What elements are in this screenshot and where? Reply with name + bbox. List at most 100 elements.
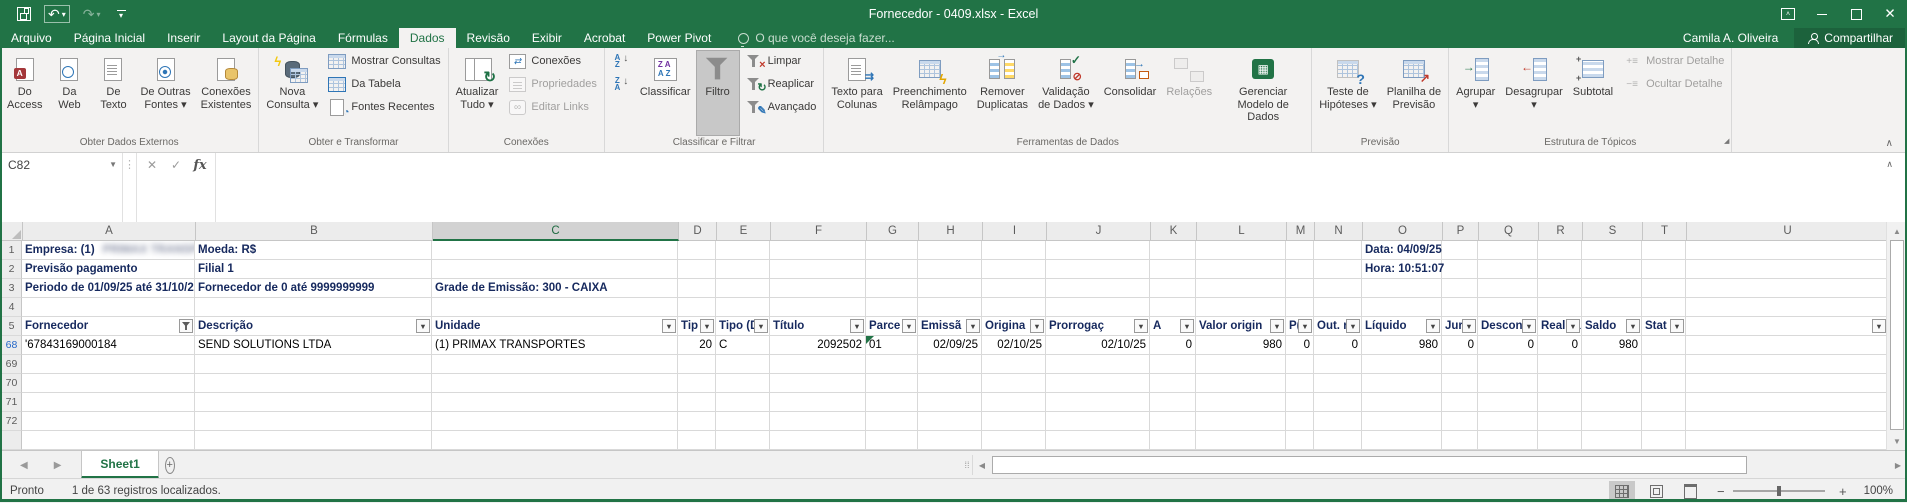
cell-F5[interactable]: Título▼: [770, 317, 866, 336]
ribbon-button-az[interactable]: AZ↓: [609, 51, 633, 71]
tab-power-pivot[interactable]: Power Pivot: [636, 28, 722, 48]
cell-I3[interactable]: [982, 279, 1046, 298]
column-header-K[interactable]: K: [1151, 222, 1197, 241]
page-break-view-button[interactable]: [1677, 481, 1703, 501]
ribbon-button-preenchimento-relampago[interactable]: ϟPreenchimento Relâmpago: [888, 50, 972, 136]
cell-P3[interactable]: [1442, 279, 1478, 298]
cell-J[interactable]: [1046, 431, 1150, 450]
cell-G72[interactable]: [866, 412, 918, 431]
ribbon-display-options-button[interactable]: ˄: [1771, 0, 1805, 28]
next-sheet-button[interactable]: ▶: [48, 459, 68, 472]
enter-entry-button[interactable]: ✓: [165, 156, 187, 174]
cell-M70[interactable]: [1286, 374, 1314, 393]
row-header-69[interactable]: 69: [2, 355, 22, 374]
cell-T1[interactable]: [1642, 241, 1686, 260]
column-header-C[interactable]: C: [433, 222, 679, 241]
cell-P70[interactable]: [1442, 374, 1478, 393]
column-header-E[interactable]: E: [717, 222, 771, 241]
ribbon-button-agrupar[interactable]: →Agrupar ▾: [1451, 50, 1500, 136]
cell-J68[interactable]: 02/10/25: [1046, 336, 1150, 355]
cell-D69[interactable]: [678, 355, 716, 374]
new-sheet-button[interactable]: +: [159, 451, 181, 479]
cell-H72[interactable]: [918, 412, 982, 431]
cell-K3[interactable]: [1150, 279, 1196, 298]
column-header-M[interactable]: M: [1287, 222, 1315, 241]
cell-J69[interactable]: [1046, 355, 1150, 374]
ribbon-button-ocultar-detalhe[interactable]: −≡Ocultar Detalhe: [1620, 74, 1727, 94]
cell-N2[interactable]: [1314, 260, 1362, 279]
cell-B72[interactable]: [195, 412, 432, 431]
cell-T4[interactable]: [1642, 298, 1686, 317]
prev-sheet-button[interactable]: ◀: [14, 459, 34, 472]
cell-B[interactable]: [195, 431, 432, 450]
cell-E3[interactable]: [716, 279, 770, 298]
cell-J5[interactable]: Prorrogaç▼: [1046, 317, 1150, 336]
ribbon-button-limpar[interactable]: ×Limpar: [742, 51, 820, 71]
cell-Q68[interactable]: 0: [1478, 336, 1538, 355]
column-header-P[interactable]: P: [1443, 222, 1479, 241]
cell-C2[interactable]: [432, 260, 678, 279]
page-layout-view-button[interactable]: [1643, 481, 1669, 501]
cell-D2[interactable]: [678, 260, 716, 279]
filter-dropdown-icon[interactable]: ▼: [1670, 319, 1684, 333]
cell-B2[interactable]: Filial 1: [195, 260, 432, 279]
row-header-1[interactable]: 1: [2, 241, 22, 260]
cell-J70[interactable]: [1046, 374, 1150, 393]
cell-M4[interactable]: [1286, 298, 1314, 317]
column-header-R[interactable]: R: [1539, 222, 1583, 241]
cell-M5[interactable]: P(▼: [1286, 317, 1314, 336]
cell-N4[interactable]: [1314, 298, 1362, 317]
cell-S4[interactable]: [1582, 298, 1642, 317]
vertical-scroll-thumb[interactable]: [1890, 240, 1904, 430]
cell-N68[interactable]: 0: [1314, 336, 1362, 355]
zoom-in-button[interactable]: +: [1833, 483, 1847, 500]
cell-D68[interactable]: 20: [678, 336, 716, 355]
cell-T68[interactable]: [1642, 336, 1686, 355]
ribbon-button-relacoes[interactable]: Relações: [1161, 50, 1217, 136]
row-header-3[interactable]: 3: [2, 279, 22, 298]
cell-O71[interactable]: [1362, 393, 1442, 412]
cell-C5[interactable]: Unidade▼: [432, 317, 678, 336]
cell-H3[interactable]: [918, 279, 982, 298]
cell-L4[interactable]: [1196, 298, 1286, 317]
cell-E72[interactable]: [716, 412, 770, 431]
row-header-blank[interactable]: [2, 431, 22, 450]
formula-bar-collapse-button[interactable]: ∧: [1880, 158, 1899, 171]
cell-U71[interactable]: [1686, 393, 1888, 412]
zoom-out-button[interactable]: −: [1711, 483, 1725, 500]
ribbon-button-za[interactable]: ZA↓: [609, 74, 633, 94]
cell-U2[interactable]: [1686, 260, 1888, 279]
cell-T3[interactable]: [1642, 279, 1686, 298]
cell-M69[interactable]: [1286, 355, 1314, 374]
cell-G[interactable]: [866, 431, 918, 450]
cell-Q1[interactable]: [1478, 241, 1538, 260]
filter-dropdown-icon[interactable]: ▼: [1522, 319, 1536, 333]
cell-I4[interactable]: [982, 298, 1046, 317]
cell-S3[interactable]: [1582, 279, 1642, 298]
cell-N69[interactable]: [1314, 355, 1362, 374]
cell-S2[interactable]: [1582, 260, 1642, 279]
cell-O72[interactable]: [1362, 412, 1442, 431]
column-header-J[interactable]: J: [1047, 222, 1151, 241]
ribbon-button-avancado[interactable]: ✎Avançado: [742, 97, 820, 117]
tab-exibir[interactable]: Exibir: [521, 28, 573, 48]
cell-E4[interactable]: [716, 298, 770, 317]
undo-button[interactable]: ↶▾: [44, 5, 70, 23]
cell-U69[interactable]: [1686, 355, 1888, 374]
cell-I70[interactable]: [982, 374, 1046, 393]
name-box-dropdown-icon[interactable]: ▼: [109, 160, 117, 169]
cell-T71[interactable]: [1642, 393, 1686, 412]
cell-J3[interactable]: [1046, 279, 1150, 298]
cell-B69[interactable]: [195, 355, 432, 374]
tab-scroll-splitter[interactable]: ⁞⁞: [962, 451, 972, 479]
cell-R4[interactable]: [1538, 298, 1582, 317]
cell-I69[interactable]: [982, 355, 1046, 374]
tab-formulas[interactable]: Fórmulas: [327, 28, 399, 48]
cell-R2[interactable]: [1538, 260, 1582, 279]
column-header-N[interactable]: N: [1315, 222, 1363, 241]
collapse-ribbon-button[interactable]: ∧: [1880, 137, 1899, 150]
cell-G68[interactable]: 01: [866, 336, 918, 355]
scroll-up-icon[interactable]: ▲: [1889, 223, 1905, 239]
scroll-down-icon[interactable]: ▼: [1889, 433, 1905, 449]
filter-dropdown-icon[interactable]: ▼: [1180, 319, 1194, 333]
